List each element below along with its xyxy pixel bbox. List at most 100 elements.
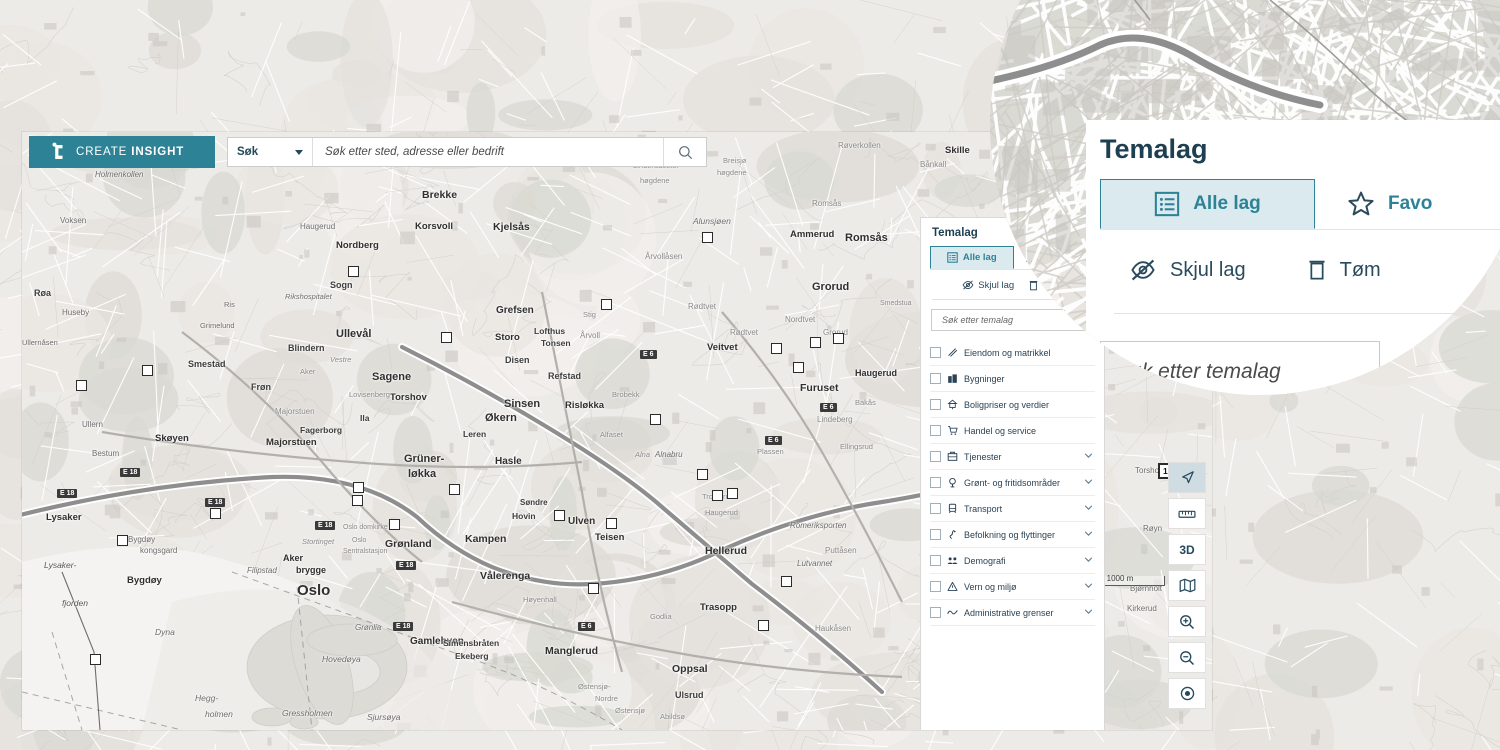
magnified-hide-layers-button[interactable]: Skjul lag <box>1128 257 1246 283</box>
magnified-layer-search-field[interactable]: Søk etter temalag <box>1100 341 1380 395</box>
zoom-out-tool[interactable] <box>1168 642 1206 673</box>
layer-expand-toggle[interactable] <box>1084 555 1093 566</box>
map-poi-marker[interactable] <box>76 380 87 391</box>
map-poi-marker[interactable] <box>697 469 708 480</box>
magnified-clear-layers-label: Tøm <box>1339 258 1381 281</box>
map-poi-marker[interactable] <box>449 484 460 495</box>
map-poi-marker[interactable] <box>771 343 782 354</box>
locate-tool[interactable] <box>1168 678 1206 709</box>
search-type-label: Søk <box>237 146 259 158</box>
search-input-wrap[interactable] <box>313 138 663 166</box>
chevron-down-icon <box>1084 505 1093 510</box>
map-poi-marker[interactable] <box>833 333 844 344</box>
map-poi-marker[interactable] <box>781 576 792 587</box>
layer-row[interactable]: Administrative grenser <box>930 600 1095 626</box>
map-poi-marker[interactable] <box>90 654 101 665</box>
layer-checkbox[interactable] <box>930 581 941 592</box>
map-poi-marker[interactable] <box>353 482 364 493</box>
map-poi-marker[interactable] <box>793 362 804 373</box>
magnified-panel-tabs: Alle lag Favo <box>1100 179 1500 230</box>
list-icon <box>1155 191 1180 217</box>
border-line-icon <box>947 607 958 618</box>
map-poi-marker[interactable] <box>606 518 617 529</box>
map-poi-marker[interactable] <box>352 495 363 506</box>
layer-row[interactable]: Transport <box>930 496 1095 522</box>
tool-label: 3D <box>1179 542 1195 557</box>
tree-icon <box>947 477 958 488</box>
magnified-clear-layers-button[interactable]: Tøm <box>1306 257 1381 283</box>
brand-label: CREATE INSIGHT <box>76 146 184 158</box>
brand-thin: CREATE <box>76 146 132 158</box>
layer-checkbox[interactable] <box>930 373 941 384</box>
magnified-panel-divider <box>1114 313 1500 314</box>
map-poi-marker[interactable] <box>142 365 153 376</box>
map-poi-marker[interactable] <box>441 332 452 343</box>
map-poi-marker[interactable] <box>588 583 599 594</box>
trash-icon <box>1309 260 1325 280</box>
search-type-dropdown[interactable]: Søk <box>228 138 313 166</box>
layer-checkbox[interactable] <box>930 347 941 358</box>
magnified-tab-alle-lag[interactable]: Alle lag <box>1100 179 1315 229</box>
search-input[interactable] <box>323 145 653 159</box>
chevron-down-icon <box>1084 531 1093 536</box>
basemap-tool[interactable] <box>1168 570 1206 601</box>
map-poi-marker[interactable] <box>601 299 612 310</box>
magnified-layer-search-placeholder: Søk etter temalag <box>1115 360 1281 383</box>
people-icon <box>947 555 958 566</box>
brand-bold: INSIGHT <box>131 146 185 158</box>
chevron-down-icon <box>295 149 303 155</box>
layer-checkbox[interactable] <box>930 477 941 488</box>
map-poi-marker[interactable] <box>389 519 400 530</box>
layer-label: Grønt- og fritidsområder <box>964 477 1061 488</box>
layer-expand-toggle[interactable] <box>1084 581 1093 592</box>
map-poi-marker[interactable] <box>758 620 769 631</box>
magnified-tab-favoritter-label: Favo <box>1388 193 1433 214</box>
layer-checkbox[interactable] <box>930 555 941 566</box>
layer-checkbox[interactable] <box>930 451 941 462</box>
layer-row[interactable]: Tjenester <box>930 444 1095 470</box>
map-poi-marker[interactable] <box>702 232 713 243</box>
layer-label: Administrative grenser <box>964 607 1054 618</box>
layer-expand-toggle[interactable] <box>1084 503 1093 514</box>
layer-checkbox[interactable] <box>930 503 941 514</box>
eye-off-icon <box>962 280 974 290</box>
layer-checkbox[interactable] <box>930 399 941 410</box>
layer-row[interactable]: Demografi <box>930 548 1095 574</box>
layer-expand-toggle[interactable] <box>1084 451 1093 462</box>
layer-checkbox[interactable] <box>930 607 941 618</box>
brand-logo[interactable]: CREATE INSIGHT <box>29 136 215 168</box>
magnified-tab-favoritter[interactable]: Favo <box>1315 179 1432 229</box>
map-poi-marker[interactable] <box>650 414 661 425</box>
layer-checkbox[interactable] <box>930 529 941 540</box>
layer-row[interactable]: Handel og service <box>930 418 1095 444</box>
map-poi-marker[interactable] <box>348 266 359 277</box>
layer-checkbox[interactable] <box>930 425 941 436</box>
layer-list[interactable]: Eiendom og matrikkel Bygninger Boligpris… <box>930 340 1095 730</box>
layer-label: Befolkning og flyttinger <box>964 529 1056 540</box>
map-poi-marker[interactable] <box>712 490 723 501</box>
search-submit-button[interactable] <box>663 138 706 166</box>
chevron-down-icon <box>1084 453 1093 458</box>
layer-expand-toggle[interactable] <box>1084 477 1093 488</box>
three-d-tool[interactable]: 3D <box>1168 534 1206 565</box>
measure-tool[interactable] <box>1168 498 1206 529</box>
map-poi-marker[interactable] <box>810 337 821 348</box>
map-poi-marker[interactable] <box>117 535 128 546</box>
map-poi-marker[interactable] <box>210 508 221 519</box>
chevron-down-icon <box>1084 609 1093 614</box>
layer-row[interactable]: Grønt- og fritidsområder <box>930 470 1095 496</box>
layer-row[interactable]: Boligpriser og verdier <box>930 392 1095 418</box>
magnified-panel-actions: Skjul lag Tøm <box>1128 257 1500 283</box>
map-poi-marker[interactable] <box>727 488 738 499</box>
map-poi-marker[interactable] <box>554 510 565 521</box>
layer-row[interactable]: Vern og miljø <box>930 574 1095 600</box>
chevron-down-icon <box>1084 583 1093 588</box>
eye-off-icon <box>1131 259 1155 281</box>
layer-expand-toggle[interactable] <box>1084 607 1093 618</box>
layer-expand-toggle[interactable] <box>1084 529 1093 540</box>
magnified-hide-layers-label: Skjul lag <box>1170 258 1246 281</box>
zoom-in-tool[interactable] <box>1168 606 1206 637</box>
layer-row[interactable]: Befolkning og flyttinger <box>930 522 1095 548</box>
layer-label: Boligpriser og verdier <box>964 399 1050 410</box>
pan-cursor-tool[interactable] <box>1168 462 1206 493</box>
